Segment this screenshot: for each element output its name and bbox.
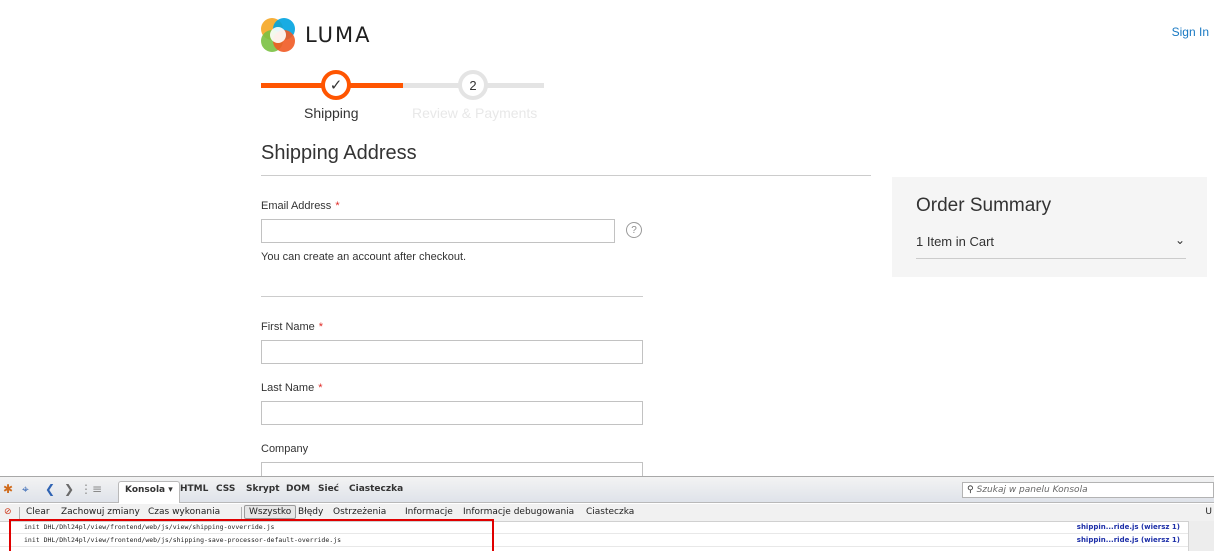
luma-logo[interactable]: LUMA [261,18,372,52]
devtools-toolbar: ✱ ⌖ ❮ ❯ ⋮≡ Konsola ▾ HTML CSS Skrypt DOM… [0,477,1214,503]
step-shipping-indicator[interactable]: ✓ [321,70,351,100]
firebug-icon[interactable]: ✱ [3,482,13,496]
separator [19,507,20,519]
sign-in-link[interactable]: Sign In [1172,25,1209,39]
inspect-icon[interactable]: ⌖ [22,482,29,496]
step-review-label: Review & Payments [412,105,538,121]
logo-text: LUMA [305,23,372,47]
email-note: You can create an account after checkout… [261,251,467,263]
log-source-link[interactable]: shippin...ride.js (wiersz 1) [1077,536,1180,544]
step-number: 2 [469,77,477,93]
cart-items-toggle[interactable]: 1 Item in Cart [916,234,994,249]
question-circle-icon[interactable]: ? [626,222,642,238]
order-summary: Order Summary 1 Item in Cart ⌄ [892,177,1207,277]
filter-cookies[interactable]: Ciasteczka [586,507,634,517]
summary-divider [916,258,1186,259]
checkout-progress: ✓ 2 Shipping Review & Payments [261,68,561,128]
console-scrollbar[interactable] [1188,521,1214,551]
step-review-indicator: 2 [458,70,488,100]
log-source-link[interactable]: shippin...ride.js (wiersz 1) [1077,523,1180,531]
checkmark-icon: ✓ [329,76,343,94]
filter-profile[interactable]: Czas wykonania [148,507,220,517]
email-label: Email Address * [261,200,340,212]
required-mark: * [318,382,323,394]
order-summary-title: Order Summary [916,195,1052,216]
tab-css[interactable]: CSS [216,484,235,494]
tab-konsola[interactable]: Konsola ▾ [118,481,180,503]
tab-skrypt[interactable]: Skrypt [246,484,280,494]
back-icon[interactable]: ❮ [45,482,55,496]
filter-all[interactable]: Wszystko [244,505,297,519]
first-name-label: First Name * [261,321,324,333]
forward-icon[interactable]: ❯ [64,482,74,496]
search-icon: ⚲ [967,485,974,495]
tab-html[interactable]: HTML [180,484,208,494]
company-label: Company [261,443,309,455]
highlight-annotation [9,519,494,551]
form-divider [261,296,643,297]
filter-persist[interactable]: Zachowuj zmiany [61,507,140,517]
filter-debug-info[interactable]: Informacje debugowania [463,507,574,517]
tab-ciasteczka[interactable]: Ciasteczka [349,484,403,494]
step-shipping-label[interactable]: Shipping [304,105,359,121]
last-name-label: Last Name * [261,382,323,394]
filter-warnings[interactable]: Ostrzeżenia [333,507,386,517]
required-mark: * [335,200,340,212]
title-divider [261,175,871,176]
shipping-address-title: Shipping Address [261,142,417,164]
filter-info[interactable]: Informacje [405,507,453,517]
tab-siec[interactable]: Sieć [318,484,339,494]
truncated-label: U [1205,507,1212,517]
command-line-icon[interactable]: ⋮≡ [80,482,102,496]
last-name-field[interactable] [261,401,643,425]
chevron-down-icon[interactable]: ⌄ [1175,233,1185,247]
required-mark: * [318,321,324,333]
console-search-input[interactable]: ⚲ Szukaj w panelu Konsola [962,482,1214,498]
filter-clear[interactable]: Clear [26,507,50,517]
separator [241,507,242,519]
luma-logo-icon [261,18,295,52]
first-name-field[interactable] [261,340,643,364]
filter-errors[interactable]: Błędy [298,507,323,517]
email-field[interactable] [261,219,615,243]
tab-dom[interactable]: DOM [286,484,310,494]
clear-console-icon[interactable]: ⊘ [4,507,12,517]
